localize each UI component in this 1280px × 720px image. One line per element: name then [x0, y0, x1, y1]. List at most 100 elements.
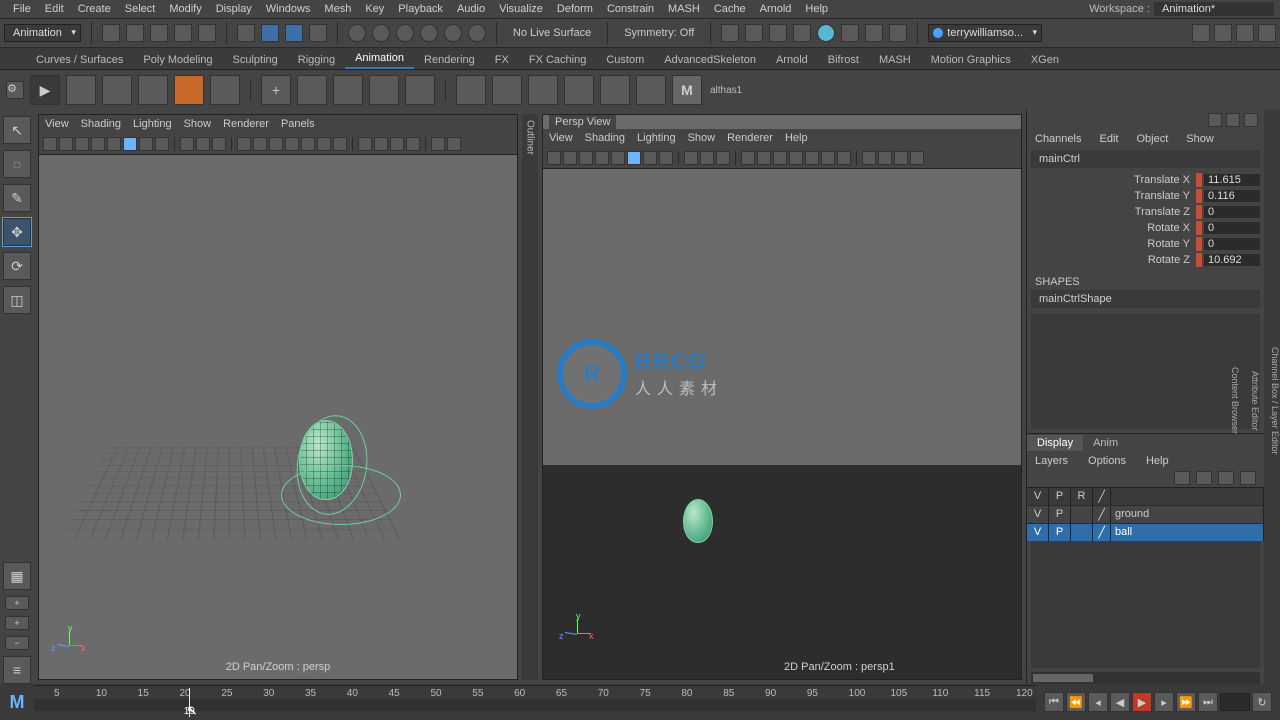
new-scene-icon[interactable] [102, 24, 120, 42]
layer-menu-help[interactable]: Help [1146, 455, 1169, 467]
menu-help[interactable]: Help [798, 3, 835, 15]
menu-arnold[interactable]: Arnold [753, 3, 799, 15]
shelf-setkeyanim-icon[interactable] [369, 75, 399, 105]
next-key-icon[interactable]: ▸ [1154, 692, 1174, 712]
shelf-options-icon[interactable]: ⚙ [6, 81, 24, 99]
shelf-tab-curves[interactable]: Curves / Surfaces [26, 51, 133, 69]
layer-visibility-toggle[interactable]: V [1027, 506, 1049, 523]
play-forward-icon[interactable]: ▶ [1132, 692, 1152, 712]
menu-key[interactable]: Key [358, 3, 391, 15]
shelf-play-icon[interactable]: ▶ [30, 75, 60, 105]
select-mode-icon[interactable] [237, 24, 255, 42]
workspace-dropdown[interactable]: Animation* [1154, 2, 1274, 16]
vpr-tool-icon[interactable] [741, 151, 755, 165]
cb-icon[interactable] [1226, 113, 1240, 127]
vpr-view[interactable]: View [549, 132, 573, 144]
shape-name[interactable]: mainCtrlShape [1031, 290, 1260, 308]
snap-plane-icon[interactable] [420, 24, 438, 42]
vpl-tool-icon[interactable] [196, 137, 210, 151]
mode-dropdown[interactable]: Animation [4, 24, 81, 42]
menu-mesh[interactable]: Mesh [317, 3, 358, 15]
pause-icon[interactable] [889, 24, 907, 42]
layer-scrollbar[interactable] [1031, 672, 1260, 684]
shelf-tab-rigging[interactable]: Rigging [288, 51, 345, 69]
toolbar-icon-d[interactable] [1258, 24, 1276, 42]
vpr-tool-icon[interactable] [837, 151, 851, 165]
sidetab-content[interactable]: Content Browser [1230, 367, 1240, 434]
cb-menu-object[interactable]: Object [1136, 133, 1168, 145]
cb-icon[interactable] [1208, 113, 1222, 127]
layer-name[interactable]: ground [1111, 506, 1264, 523]
viewport-left[interactable]: View Shading Lighting Show Renderer Pane… [38, 114, 518, 680]
layer-playback-toggle[interactable]: P [1049, 506, 1071, 523]
shelf-tab-custom[interactable]: Custom [596, 51, 654, 69]
vpl-tool-icon[interactable] [317, 137, 331, 151]
attr-translate-z[interactable]: Translate Z0 [1031, 204, 1260, 220]
vpl-tool-icon[interactable] [43, 137, 57, 151]
vpl-show[interactable]: Show [184, 118, 212, 130]
shelf-tab-bifrost[interactable]: Bifrost [818, 51, 869, 69]
shelf-tab-arnold[interactable]: Arnold [766, 51, 818, 69]
layer-playback-toggle[interactable]: P [1049, 524, 1071, 541]
render-view-icon[interactable] [721, 24, 739, 42]
play-back-icon[interactable]: ◀ [1110, 692, 1130, 712]
shelf-tab-advskel[interactable]: AdvancedSkeleton [654, 51, 766, 69]
outliner-toggle-icon[interactable]: ≡ [3, 656, 31, 684]
vpl-tool-icon[interactable] [406, 137, 420, 151]
select-component-icon[interactable] [309, 24, 327, 42]
toolbar-icon-b[interactable] [1214, 24, 1232, 42]
vpl-tool-icon[interactable] [269, 137, 283, 151]
vpr-tool-icon[interactable] [579, 151, 593, 165]
vpr-tool-icon[interactable] [627, 151, 641, 165]
vpr-tool-icon[interactable] [700, 151, 714, 165]
menu-deform[interactable]: Deform [550, 3, 600, 15]
shelf-motiontrail-icon[interactable] [102, 75, 132, 105]
vpl-tool-icon[interactable] [123, 137, 137, 151]
vpr-show[interactable]: Show [688, 132, 716, 144]
vpr-tool-icon[interactable] [862, 151, 876, 165]
attr-rotate-x[interactable]: Rotate X0 [1031, 220, 1260, 236]
shelf-curve1-icon[interactable] [456, 75, 486, 105]
attr-rotate-z[interactable]: Rotate Z10.692 [1031, 252, 1260, 268]
shelf-tab-mograph[interactable]: Motion Graphics [921, 51, 1021, 69]
snap-curve-icon[interactable] [372, 24, 390, 42]
vpr-tool-icon[interactable] [563, 151, 577, 165]
vpr-tool-icon[interactable] [611, 151, 625, 165]
vpl-tool-icon[interactable] [155, 137, 169, 151]
scale-tool-icon[interactable]: ◫ [3, 286, 31, 314]
select-hierarchy-icon[interactable] [261, 24, 279, 42]
shelf-tab-fxcaching[interactable]: FX Caching [519, 51, 596, 69]
lasso-tool-icon[interactable]: ◌ [3, 150, 31, 178]
vpl-tool-icon[interactable] [431, 137, 445, 151]
attr-value-field[interactable]: 0 [1204, 222, 1260, 234]
cb-menu-show[interactable]: Show [1186, 133, 1214, 145]
toolbar-icon-c[interactable] [1236, 24, 1254, 42]
menu-windows[interactable]: Windows [259, 3, 318, 15]
step-fwd-icon[interactable]: ⏩ [1176, 692, 1196, 712]
shelf-tab-mash2[interactable]: MASH [869, 51, 921, 69]
menu-visualize[interactable]: Visualize [492, 3, 550, 15]
vpr-tool-icon[interactable] [773, 151, 787, 165]
menu-select[interactable]: Select [118, 3, 163, 15]
light-editor-icon[interactable] [841, 24, 859, 42]
shelf-setkey-icon[interactable]: + [261, 75, 291, 105]
menu-constrain[interactable]: Constrain [600, 3, 661, 15]
vpr-tool-icon[interactable] [894, 151, 908, 165]
vpl-tool-icon[interactable] [91, 137, 105, 151]
layer-btn-icon[interactable] [1218, 471, 1234, 485]
menu-mash[interactable]: MASH [661, 3, 707, 15]
open-scene-icon[interactable] [126, 24, 144, 42]
layer-visibility-toggle[interactable]: V [1027, 524, 1049, 541]
layer-ref-toggle[interactable] [1071, 524, 1093, 541]
render-frame-icon[interactable] [745, 24, 763, 42]
layout-minus-icon[interactable]: − [5, 636, 29, 650]
save-scene-icon[interactable] [150, 24, 168, 42]
viewport-left-canvas[interactable]: yxz 2D Pan/Zoom : persp [39, 155, 517, 679]
vpl-lighting[interactable]: Lighting [133, 118, 172, 130]
vpr-help[interactable]: Help [785, 132, 808, 144]
menu-create[interactable]: Create [71, 3, 118, 15]
shelf-setdriven-icon[interactable] [333, 75, 363, 105]
shelf-tab-poly[interactable]: Poly Modeling [133, 51, 222, 69]
playblast-icon[interactable] [865, 24, 883, 42]
layer-btn-icon[interactable] [1196, 471, 1212, 485]
